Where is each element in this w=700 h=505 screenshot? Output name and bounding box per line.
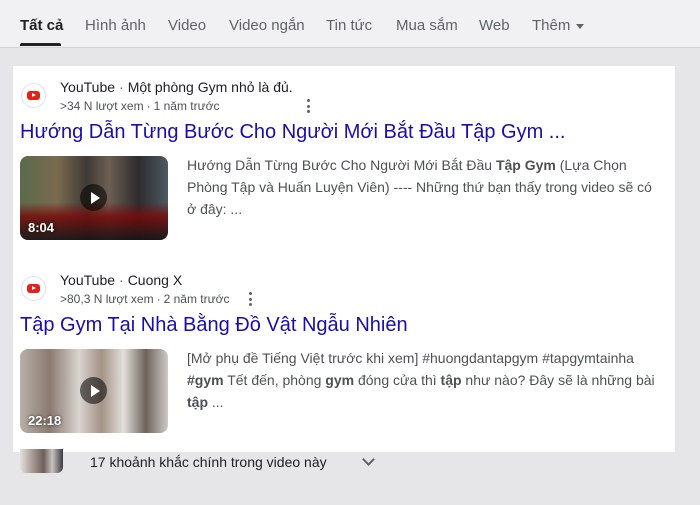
tab-web[interactable]: Web [479, 17, 510, 34]
result-meta: >34 N lượt xem · 1 năm trước [60, 99, 220, 113]
active-tab-indicator [20, 43, 61, 46]
view-count: >34 N lượt xem [60, 99, 144, 113]
result-title-link[interactable]: Tập Gym Tại Nhà Bằng Đồ Vật Ngẫu Nhiên [20, 314, 408, 337]
youtube-icon [21, 276, 46, 301]
snippet-highlight: #gym [187, 372, 224, 388]
youtube-icon [21, 83, 46, 108]
result-source: YouTube · Cuong X [60, 272, 183, 288]
play-icon [80, 184, 107, 211]
key-moments-label: 17 khoảnh khắc chính trong video này [90, 454, 327, 470]
tab-shopping[interactable]: Mua sắm [396, 17, 458, 34]
snippet-text: Hướng Dẫn Từng Bước Cho Người Mới Bắt Đầ… [187, 157, 496, 173]
key-moments-thumbnail [20, 449, 63, 473]
snippet-highlight: gym [325, 372, 355, 388]
more-vert-icon[interactable] [306, 99, 310, 113]
snippet-highlight: Tập Gym [495, 157, 556, 173]
tab-images[interactable]: Hình ảnh [85, 17, 146, 34]
upload-age: 1 năm trước [153, 99, 220, 113]
result-meta: >80,3 N lượt xem · 2 năm trước [60, 292, 230, 306]
source-site: YouTube [60, 272, 116, 288]
channel-name: Cuong X [127, 272, 183, 288]
view-count: >80,3 N lượt xem [60, 292, 154, 306]
play-icon [80, 377, 107, 404]
snippet-text: Tết đến, phòng [223, 372, 326, 388]
tab-videos[interactable]: Video [168, 17, 206, 34]
tab-more-label: Thêm [532, 17, 571, 34]
tab-short-videos[interactable]: Video ngắn [229, 17, 305, 34]
video-duration: 8:04 [28, 220, 55, 235]
snippet-text: ... [208, 394, 224, 410]
channel-name: Một phòng Gym nhỏ là đủ. [127, 79, 293, 95]
tab-news[interactable]: Tin tức [326, 17, 372, 34]
tab-more[interactable]: Thêm [532, 17, 585, 34]
key-moments-toggle[interactable]: 17 khoảnh khắc chính trong video này [20, 449, 420, 475]
video-duration: 22:18 [28, 413, 62, 428]
video-results-card: YouTube · Một phòng Gym nhỏ là đủ. >34 N l… [13, 66, 675, 452]
result-title-link[interactable]: Hướng Dẫn Từng Bước Cho Người Mới Bắt Đầ… [20, 121, 565, 144]
result-source: YouTube · Một phòng Gym nhỏ là đủ. [60, 79, 293, 95]
snippet-text: như nào? Đây sẽ là những bài [461, 372, 655, 388]
source-site: YouTube [60, 79, 116, 95]
more-vert-icon[interactable] [248, 292, 252, 306]
video-thumbnail[interactable]: 22:18 [20, 349, 168, 433]
caret-down-icon [576, 23, 585, 29]
result-snippet: [Mở phụ đề Tiếng Việt trước khi xem] #hu… [187, 347, 665, 413]
search-tabs: Tất cả Hình ảnh Video Video ngắn Tin tức… [0, 0, 700, 48]
upload-age: 2 năm trước [163, 292, 230, 306]
chevron-down-icon [362, 453, 375, 466]
snippet-highlight: tập [440, 372, 462, 388]
result-snippet: Hướng Dẫn Từng Bước Cho Người Mới Bắt Đầ… [187, 154, 665, 220]
snippet-text: [Mở phụ đề Tiếng Việt trước khi xem] #hu… [187, 350, 634, 366]
snippet-highlight: tập [187, 394, 208, 410]
video-thumbnail[interactable]: 8:04 [20, 156, 168, 240]
snippet-text: đóng cửa thì [354, 372, 441, 388]
tab-all[interactable]: Tất cả [20, 17, 63, 34]
